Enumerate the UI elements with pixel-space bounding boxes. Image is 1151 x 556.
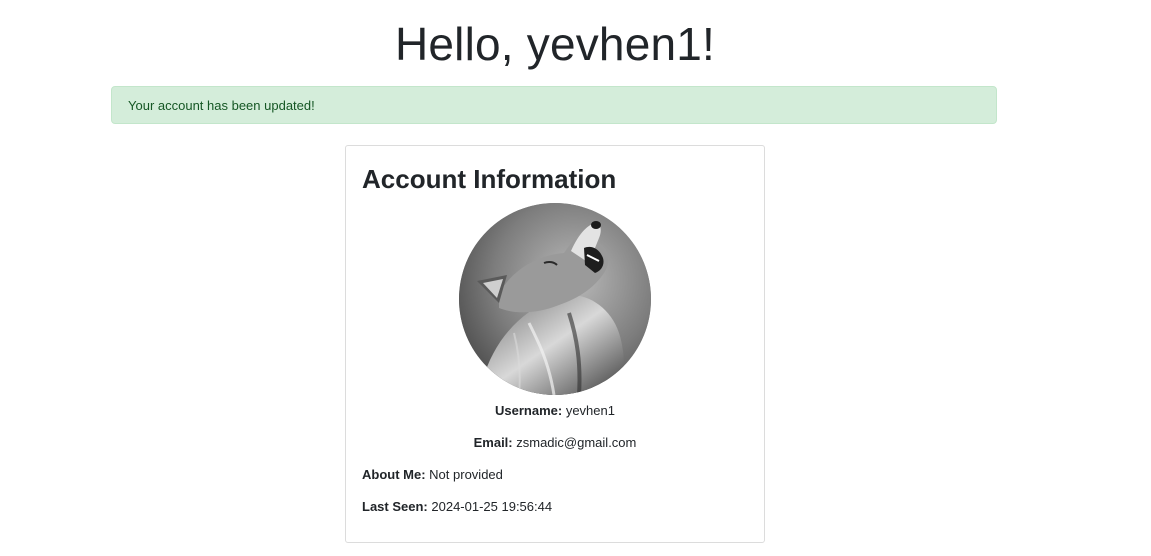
success-alert: Your account has been updated! xyxy=(111,86,997,124)
last-seen-value: 2024-01-25 19:56:44 xyxy=(431,499,553,514)
page-title: Hello, yevhen1! xyxy=(394,18,716,70)
last-seen-label: Last Seen: xyxy=(362,499,428,514)
wolf-avatar-image xyxy=(459,203,651,395)
avatar xyxy=(459,203,651,395)
about-label: About Me: xyxy=(362,467,426,482)
username-row: Username: yevhen1 xyxy=(346,402,764,420)
email-value: zsmadic@gmail.com xyxy=(516,435,637,450)
account-title: Account Information xyxy=(362,164,617,194)
email-row: Email: zsmadic@gmail.com xyxy=(346,434,764,452)
account-card: Account Information Username: yevhen1 Em… xyxy=(345,145,765,543)
username-label: Username: xyxy=(495,403,563,418)
email-label: Email: xyxy=(473,435,513,450)
page: Hello, yevhen1! Your account has been up… xyxy=(0,0,1151,556)
about-value: Not provided xyxy=(429,467,503,482)
username-value: yevhen1 xyxy=(565,403,615,418)
about-row: About Me: Not provided xyxy=(362,466,503,484)
last-seen-row: Last Seen: 2024-01-25 19:56:44 xyxy=(362,498,552,516)
